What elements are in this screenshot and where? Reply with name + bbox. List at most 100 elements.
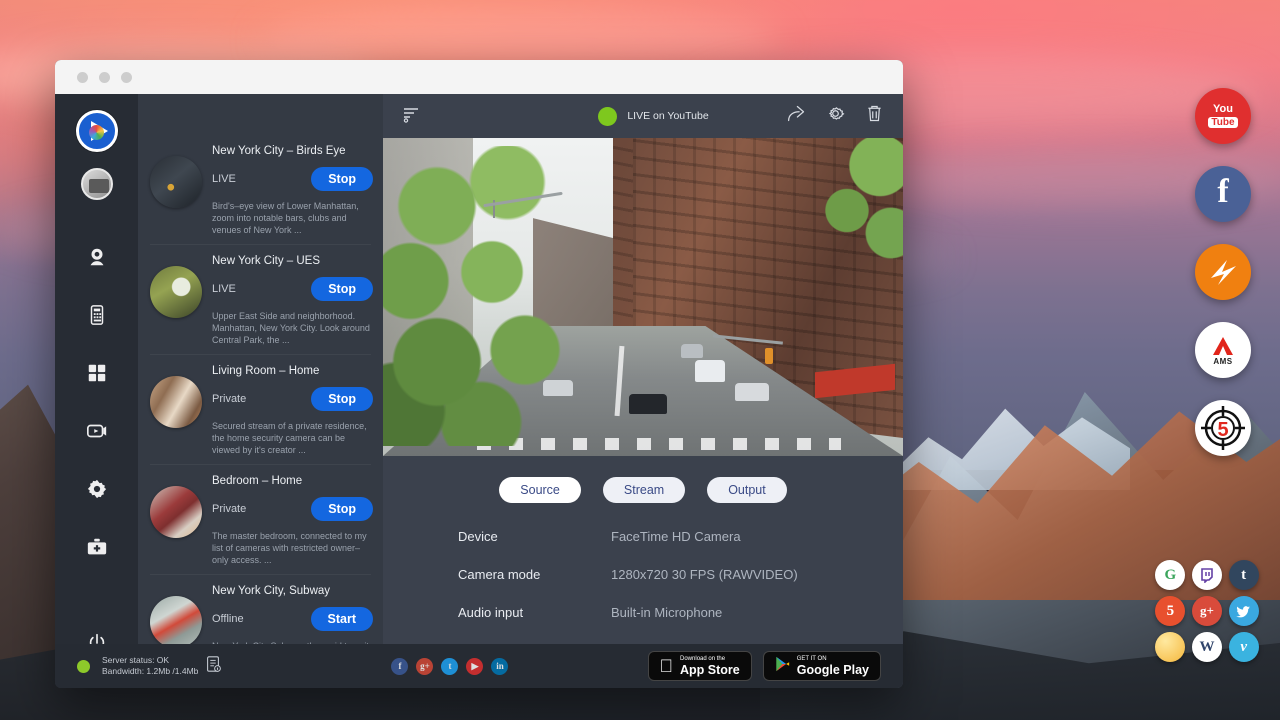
info-row-device: Device FaceTime HD Camera <box>458 529 903 544</box>
settings-button[interactable] <box>825 103 846 129</box>
youtube-label-top: You <box>1213 103 1233 115</box>
camera-state: LIVE <box>212 173 236 185</box>
close-button[interactable] <box>77 72 88 83</box>
camera-description: The master bedroom, connected to my list… <box>212 530 373 566</box>
tab-stream[interactable]: Stream <box>603 477 685 503</box>
info-value[interactable]: Built-in Microphone <box>611 605 722 620</box>
camera-description: Secured stream of a private residence, t… <box>212 420 373 456</box>
youtube-icon[interactable]: You Tube <box>1195 88 1251 144</box>
red5-small-label: 5 <box>1167 603 1175 620</box>
app-logo-icon[interactable] <box>76 110 118 152</box>
log-document-icon[interactable] <box>204 655 222 678</box>
apple-logo-icon:  <box>660 657 674 675</box>
tab-output[interactable]: Output <box>707 477 787 503</box>
red5-target-glyph: 5 <box>1199 404 1247 452</box>
sidebar-item-dashboard[interactable] <box>74 350 120 396</box>
youtube-share-icon[interactable]: ▶ <box>466 658 483 675</box>
red5-small-icon[interactable]: 5 <box>1155 596 1185 626</box>
adobe-a-glyph <box>1210 335 1236 357</box>
vimeo-icon[interactable]: v <box>1229 632 1259 662</box>
info-row-audio-input: Audio input Built-in Microphone <box>458 605 903 620</box>
grabyo-label: G <box>1164 567 1176 584</box>
google-play-logo-icon <box>775 656 790 677</box>
camera-state: Offline <box>212 613 244 625</box>
facebook-icon[interactable]: f <box>1195 166 1251 222</box>
app-store-badge[interactable]:  Download on the App Store <box>648 651 752 681</box>
sidebar-item-player[interactable] <box>74 408 120 454</box>
server-status-dot <box>77 660 90 673</box>
wordpress-icon[interactable]: W <box>1192 632 1222 662</box>
zoom-button[interactable] <box>121 72 132 83</box>
gear-icon <box>825 103 846 124</box>
video-traffic-signal <box>765 348 773 364</box>
camera-state: Private <box>212 503 246 515</box>
google-plus-share-icon[interactable]: g+ <box>416 658 433 675</box>
avatar[interactable] <box>81 168 113 200</box>
app-statusbar: Server status: OK Bandwidth: 1.2Mb /1.4M… <box>55 644 903 688</box>
camera-list-item[interactable]: Bedroom – Home Private Stop The master b… <box>138 464 383 574</box>
video-preview[interactable] <box>383 138 903 456</box>
info-value[interactable]: FaceTime HD Camera <box>611 529 741 544</box>
camera-list-item[interactable]: New York City – Birds Eye LIVE Stop Bird… <box>138 134 383 244</box>
sidebar-item-settings[interactable] <box>74 466 120 512</box>
camera-thumbnail <box>150 266 202 318</box>
camera-title: Bedroom – Home <box>212 472 373 487</box>
camera-description: Upper East Side and neighborhood. Manhat… <box>212 310 373 346</box>
tab-source[interactable]: Source <box>499 477 581 503</box>
camera-thumbnail <box>150 376 202 428</box>
twitter-icon[interactable] <box>1229 596 1259 626</box>
camera-title: New York City, Subway <box>212 582 373 597</box>
camera-thumbnail <box>150 596 202 648</box>
sidebar-item-diagnostics[interactable] <box>74 524 120 570</box>
twitch-icon[interactable] <box>1192 560 1222 590</box>
first-aid-kit-icon <box>86 536 108 558</box>
linkedin-share-icon[interactable]: in <box>491 658 508 675</box>
camera-stop-button[interactable]: Stop <box>311 387 373 411</box>
twitter-share-icon[interactable]: t <box>441 658 458 675</box>
google-play-badge[interactable]: GET IT ON Google Play <box>763 651 881 681</box>
grabyo-icon[interactable]: G <box>1155 560 1185 590</box>
sidebar-item-mobile[interactable] <box>74 292 120 338</box>
camera-thumbnail <box>150 486 202 538</box>
minimize-button[interactable] <box>99 72 110 83</box>
vimeo-label: v <box>1240 639 1247 656</box>
lightning-glyph <box>1203 252 1243 292</box>
google-play-big-label: Google Play <box>797 664 869 677</box>
settings-tabs: Source Stream Output <box>383 456 903 503</box>
window-titlebar[interactable] <box>55 60 903 94</box>
youtube-label-bottom: Tube <box>1208 117 1237 128</box>
google-play-small-label: GET IT ON <box>797 656 869 662</box>
server-status-label: Server status: OK <box>102 655 198 666</box>
facebook-share-icon[interactable]: f <box>391 658 408 675</box>
camera-list-item[interactable]: New York City – UES LIVE Stop Upper East… <box>138 244 383 354</box>
camera-list-panel: New York City – Birds Eye LIVE Stop Bird… <box>138 94 383 688</box>
camera-stop-button[interactable]: Stop <box>311 167 373 191</box>
mobile-device-icon <box>86 304 108 326</box>
video-car <box>735 383 769 401</box>
grid-icon <box>86 362 108 384</box>
camera-stop-button[interactable]: Stop <box>311 497 373 521</box>
camera-stop-button[interactable]: Stop <box>311 277 373 301</box>
facebook-label: f <box>1217 173 1228 211</box>
sidebar-item-cameras[interactable] <box>74 234 120 280</box>
share-button[interactable] <box>786 103 807 129</box>
delete-button[interactable] <box>864 103 885 129</box>
camera-list-item[interactable]: Living Room – Home Private Stop Secured … <box>138 354 383 464</box>
camera-thumbnail <box>150 156 202 208</box>
social-links: f g+ t ▶ in <box>252 658 647 675</box>
app-sidebar <box>55 94 138 688</box>
sort-bars-icon[interactable] <box>401 104 421 129</box>
red5-icon[interactable]: 5 <box>1195 400 1251 456</box>
live-status-label: LIVE on YouTube <box>627 110 708 122</box>
adobe-ams-icon[interactable]: AMS <box>1195 322 1251 378</box>
tumblr-icon[interactable]: t <box>1229 560 1259 590</box>
camera-start-button[interactable]: Start <box>311 607 373 631</box>
wowza-lightning-icon[interactable] <box>1195 244 1251 300</box>
info-value[interactable]: 1280x720 30 FPS (RAWVIDEO) <box>611 567 798 582</box>
camera-title: New York City – UES <box>212 252 373 267</box>
amber-app-icon[interactable] <box>1155 632 1185 662</box>
google-plus-icon[interactable]: g+ <box>1192 596 1222 626</box>
main-panel: LIVE on YouTube <box>383 94 903 688</box>
svg-text:5: 5 <box>1217 419 1228 441</box>
trash-icon <box>864 103 885 124</box>
